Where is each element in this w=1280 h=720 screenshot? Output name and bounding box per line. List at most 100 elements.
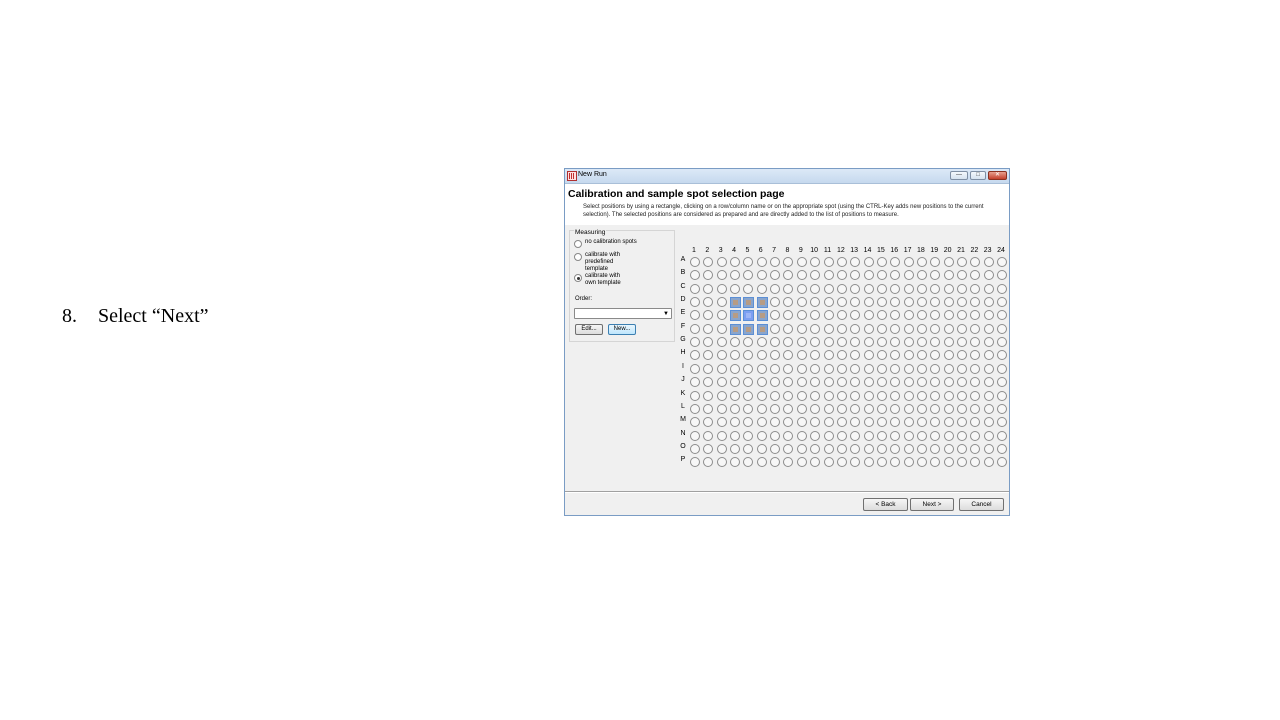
spot-P6[interactable]	[756, 457, 767, 468]
spot-B17[interactable]	[903, 270, 914, 281]
spot-D18[interactable]	[916, 297, 927, 308]
row-header-B[interactable]: B	[678, 269, 688, 276]
column-header-9[interactable]: 9	[796, 247, 806, 254]
spot-P23[interactable]	[983, 457, 994, 468]
spot-P3[interactable]	[716, 457, 727, 468]
spot-L24[interactable]	[997, 403, 1008, 414]
spot-M1[interactable]	[690, 417, 700, 428]
spot-L2[interactable]	[703, 403, 714, 414]
column-header-23[interactable]: 23	[983, 247, 993, 254]
spot-M10[interactable]	[810, 417, 821, 428]
column-header-4[interactable]: 4	[729, 247, 739, 254]
spot-H18[interactable]	[916, 350, 927, 361]
spot-J24[interactable]	[997, 377, 1008, 388]
spot-M15[interactable]	[876, 417, 887, 428]
spot-M12[interactable]	[836, 417, 847, 428]
spot-K17[interactable]	[903, 390, 914, 401]
spot-H21[interactable]	[957, 350, 967, 361]
spot-D24[interactable]	[997, 297, 1008, 308]
row-header-C[interactable]: C	[678, 283, 688, 290]
spot-C13[interactable]	[850, 283, 861, 294]
edit-button[interactable]: Edit...	[575, 324, 603, 335]
spot-F7[interactable]	[770, 323, 781, 334]
spot-H14[interactable]	[863, 350, 874, 361]
spot-M2[interactable]	[703, 417, 714, 428]
column-header-5[interactable]: 5	[742, 247, 752, 254]
spot-I24[interactable]	[997, 363, 1008, 374]
spot-D13[interactable]	[850, 297, 861, 308]
spot-O17[interactable]	[903, 443, 914, 454]
spot-E2[interactable]	[703, 310, 714, 321]
spot-N19[interactable]	[930, 430, 941, 441]
spot-L17[interactable]	[903, 403, 914, 414]
spot-M24[interactable]	[997, 417, 1008, 428]
spot-G20[interactable]	[943, 337, 954, 348]
spot-D22[interactable]	[970, 297, 981, 308]
spot-A10[interactable]	[810, 257, 821, 267]
spot-I22[interactable]	[970, 363, 981, 374]
spot-P8[interactable]	[783, 457, 794, 468]
spot-L20[interactable]	[943, 403, 954, 414]
spot-O9[interactable]	[796, 443, 807, 454]
spot-K14[interactable]	[863, 390, 874, 401]
spot-B24[interactable]	[997, 270, 1008, 281]
spot-E9[interactable]	[796, 310, 807, 321]
spot-F8[interactable]	[783, 323, 794, 334]
spot-I14[interactable]	[863, 363, 874, 374]
spot-K8[interactable]	[783, 390, 794, 401]
spot-B21[interactable]	[957, 270, 967, 281]
spot-P2[interactable]	[703, 457, 714, 468]
spot-D10[interactable]	[810, 297, 821, 308]
spot-N16[interactable]	[890, 430, 901, 441]
spot-D12[interactable]	[836, 297, 847, 308]
spot-O6[interactable]	[756, 443, 767, 454]
spot-M14[interactable]	[863, 417, 874, 428]
spot-L10[interactable]	[810, 403, 821, 414]
spot-F6[interactable]	[756, 323, 768, 335]
spot-A24[interactable]	[997, 257, 1008, 267]
row-header-K[interactable]: K	[678, 390, 688, 397]
spot-O14[interactable]	[863, 443, 874, 454]
row-header-I[interactable]: I	[678, 363, 688, 370]
spot-F23[interactable]	[983, 323, 994, 334]
spot-L21[interactable]	[957, 403, 967, 414]
spot-N18[interactable]	[916, 430, 927, 441]
spot-H5[interactable]	[743, 350, 754, 361]
spot-D9[interactable]	[796, 297, 807, 308]
spot-O2[interactable]	[703, 443, 714, 454]
spot-E5[interactable]	[743, 310, 755, 322]
spot-D15[interactable]	[876, 297, 887, 308]
spot-M19[interactable]	[930, 417, 941, 428]
spot-J3[interactable]	[716, 377, 727, 388]
spot-P18[interactable]	[916, 457, 927, 468]
spot-O5[interactable]	[743, 443, 754, 454]
spot-O1[interactable]	[690, 443, 700, 454]
spot-N2[interactable]	[703, 430, 714, 441]
spot-L1[interactable]	[690, 403, 700, 414]
spot-P13[interactable]	[850, 457, 861, 468]
spot-F12[interactable]	[836, 323, 847, 334]
spot-M21[interactable]	[957, 417, 967, 428]
spot-E3[interactable]	[716, 310, 727, 321]
spot-B10[interactable]	[810, 270, 821, 281]
spot-E22[interactable]	[970, 310, 981, 321]
spot-I5[interactable]	[743, 363, 754, 374]
spot-D21[interactable]	[957, 297, 967, 308]
spot-H16[interactable]	[890, 350, 901, 361]
spot-I4[interactable]	[730, 363, 741, 374]
spot-G13[interactable]	[850, 337, 861, 348]
spot-N21[interactable]	[957, 430, 967, 441]
spot-N14[interactable]	[863, 430, 874, 441]
spot-A16[interactable]	[890, 257, 901, 267]
spot-E16[interactable]	[890, 310, 901, 321]
spot-E18[interactable]	[916, 310, 927, 321]
spot-A12[interactable]	[836, 257, 847, 267]
spot-F17[interactable]	[903, 323, 914, 334]
spot-I6[interactable]	[756, 363, 767, 374]
spot-I1[interactable]	[690, 363, 700, 374]
spot-F1[interactable]	[690, 323, 700, 334]
spot-O11[interactable]	[823, 443, 834, 454]
spot-A22[interactable]	[970, 257, 981, 267]
spot-G21[interactable]	[957, 337, 967, 348]
spot-J5[interactable]	[743, 377, 754, 388]
